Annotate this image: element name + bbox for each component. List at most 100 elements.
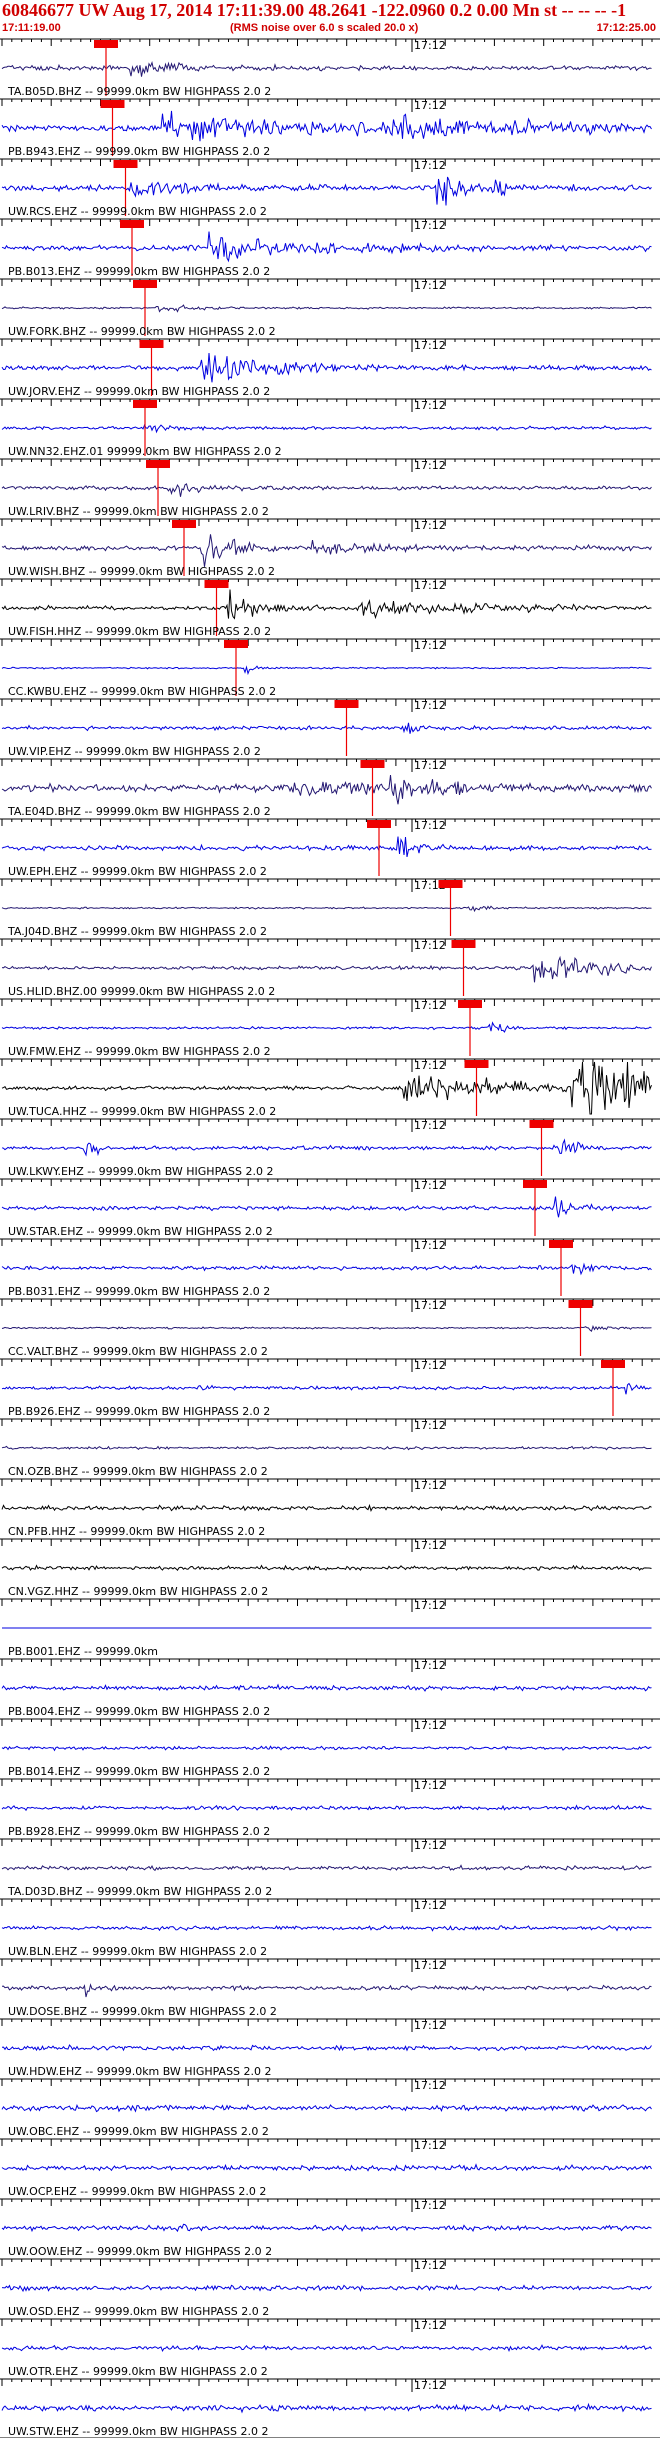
- waveform: [1, 774, 652, 805]
- minute-label: 17:12: [414, 1839, 446, 1852]
- waveform: [1, 1683, 652, 1692]
- trace-row: 17:12 CN.PFB.HHZ -- 99999.0km BW HIGHPASS…: [0, 1478, 660, 1538]
- minute-label: 17:12: [414, 279, 446, 292]
- minute-label: 17:12: [414, 1779, 446, 1792]
- waveform: [1, 1262, 652, 1276]
- waveform: [1, 424, 652, 434]
- pick-flag: [172, 520, 196, 528]
- station-label: PB.B013.EHZ -- 99999.0km BW HIGHPASS 2.0…: [8, 265, 270, 278]
- waveform: [1, 1925, 652, 1932]
- trace-row: 17:12 PB.B943.EHZ -- 99999.0km BW HIGHPAS…: [0, 98, 660, 158]
- pick-flag: [113, 160, 138, 168]
- waveform: [1, 110, 652, 142]
- trace-row: 17:12 TA.E04D.BHZ -- 99999.0km BW HIGHPAS…: [0, 758, 660, 818]
- plot-header: 60846677 UW Aug 17, 2014 17:11:39.00 48.…: [0, 0, 660, 38]
- trace-row: 17:12 UW.OSD.EHZ -- 99999.0km BW HIGHPASS…: [0, 2258, 660, 2318]
- pick-flag: [133, 280, 157, 288]
- pick-flag: [100, 100, 125, 108]
- waveform: [1, 665, 652, 676]
- trace-row: 17:12 TA.B05D.BHZ -- 99999.0km BW HIGHPAS…: [0, 38, 660, 98]
- station-label: UW.WISH.BHZ -- 99999.0km BW HIGHPASS 2.0…: [8, 565, 275, 578]
- trace-row: 17:12 PB.B031.EHZ -- 99999.0km BW HIGHPAS…: [0, 1238, 660, 1298]
- waveform: [1, 231, 652, 263]
- minute-label: 17:12: [414, 39, 446, 52]
- trace-row: 17:12 PB.B004.EHZ -- 99999.0km BW HIGHPAS…: [0, 1658, 660, 1718]
- waveform: [1, 1745, 652, 1752]
- pick-flag: [120, 220, 144, 228]
- trace-row: 17:12TA.J04D.BHZ -- 99999.0km BW HIGHPAS…: [0, 878, 660, 938]
- minute-label: 17:12: [414, 2259, 446, 2272]
- trace-row: 17:12 UW.OTR.EHZ -- 99999.0km BW HIGHPASS…: [0, 2318, 660, 2378]
- minute-label: 17:12: [414, 819, 446, 832]
- station-label: UW.JORV.EHZ -- 99999.0km BW HIGHPASS 2.0…: [8, 385, 270, 398]
- minute-label: 17:12: [414, 519, 446, 532]
- waveform: [1, 1564, 652, 1571]
- minute-label: 17:12: [414, 159, 446, 172]
- trace-row: 17:12 UW.RCS.EHZ -- 99999.0km BW HIGHPASS…: [0, 158, 660, 218]
- event-title: 60846677 UW Aug 17, 2014 17:11:39.00 48.…: [2, 0, 627, 20]
- waveform: [1, 2103, 652, 2113]
- trace-row: 17:12 UW.FORK.BHZ -- 99999.0km BW HIGHPAS…: [0, 278, 660, 338]
- trace-row: 17:12 UW.VIP.EHZ -- 99999.0km BW HIGHPASS…: [0, 698, 660, 758]
- station-label: CN.PFB.HHZ -- 99999.0km BW HIGHPASS 2.0 …: [8, 1525, 265, 1538]
- waveform: [1, 1983, 652, 1998]
- trace-row: 17:12 UW.STAR.EHZ -- 99999.0km BW HIGHPAS…: [0, 1178, 660, 1238]
- station-label: CN.VGZ.HHZ -- 99999.0km BW HIGHPASS 2.0 …: [8, 1585, 268, 1598]
- waveform: [1, 2223, 652, 2233]
- station-label: PB.B031.EHZ -- 99999.0km BW HIGHPASS 2.0…: [8, 1285, 270, 1298]
- station-label: UW.FISH.HHZ -- 99999.0km BW HIGHPASS 2.0…: [8, 625, 271, 638]
- waveform: [1, 722, 652, 734]
- trace-row: 17:12 CC.VALT.BHZ -- 99999.0km BW HIGHPAS…: [0, 1298, 660, 1358]
- station-label: TA.D03D.BHZ -- 99999.0km BW HIGHPASS 2.0…: [7, 1885, 272, 1898]
- rms-note: (RMS noise over 6.0 s scaled 20.0 x): [230, 22, 419, 34]
- station-label: PB.B928.EHZ -- 99999.0km BW HIGHPASS 2.0…: [8, 1825, 270, 1838]
- waveform: [1, 2163, 652, 2172]
- station-label: PB.B014.EHZ -- 99999.0km BW HIGHPASS 2.0…: [8, 1765, 270, 1778]
- trace-row: 17:12 US.HLID.BHZ.00 99999.0km BW HIGHPAS…: [0, 938, 660, 998]
- minute-label: 17:12: [414, 399, 446, 412]
- pick-flag: [438, 880, 463, 888]
- trace-row: 17:12 UW.HDW.EHZ -- 99999.0km BW HIGHPASS…: [0, 2018, 660, 2078]
- station-label: US.HLID.BHZ.00 99999.0km BW HIGHPASS 2.0…: [8, 985, 275, 998]
- waveform: [1, 1503, 652, 1513]
- station-label: UW.NN32.EHZ.01 99999.0km BW HIGHPASS 2.0…: [8, 445, 282, 458]
- minute-label: 17:12: [414, 339, 446, 352]
- waveform: [1, 1325, 652, 1333]
- pick-flag: [458, 1000, 482, 1008]
- minute-label: 17:12: [414, 1359, 446, 1372]
- station-label: PB.B943.EHZ -- 99999.0km BW HIGHPASS 2.0…: [8, 145, 270, 158]
- pick-flag: [334, 700, 359, 708]
- minute-label: 17:12: [414, 219, 446, 232]
- pick-flag: [568, 1300, 593, 1308]
- trace-row: 17:12 TA.D03D.BHZ -- 99999.0km BW HIGHPAS…: [0, 1838, 660, 1898]
- pick-flag: [139, 340, 164, 348]
- pick-flag: [94, 40, 118, 48]
- station-label: UW.OSD.EHZ -- 99999.0km BW HIGHPASS 2.0 …: [8, 2305, 269, 2318]
- minute-label: 17:12: [414, 1419, 446, 1432]
- trace-row: 17:12 PB.B013.EHZ -- 99999.0km BW HIGHPAS…: [0, 218, 660, 278]
- station-label: UW.LKWY.EHZ -- 99999.0km BW HIGHPASS 2.0…: [8, 1165, 273, 1178]
- waveform: [1, 1138, 652, 1157]
- waveform: [1, 955, 652, 983]
- minute-label: 17:12: [414, 2019, 446, 2032]
- waveform: [1, 1021, 652, 1033]
- trace-row: 17:12 PB.B001.EHZ -- 99999.0km: [0, 1598, 660, 1658]
- trace-row: 17:12 UW.OBC.EHZ -- 99999.0km BW HIGHPASS…: [0, 2078, 660, 2138]
- station-label: UW.HDW.EHZ -- 99999.0km BW HIGHPASS 2.0 …: [8, 2065, 272, 2078]
- minute-label: 17:12: [414, 459, 446, 472]
- station-label: UW.STAR.EHZ -- 99999.0km BW HIGHPASS 2.0…: [8, 1225, 273, 1238]
- station-label: UW.OOW.EHZ -- 99999.0km BW HIGHPASS 2.0 …: [8, 2245, 272, 2258]
- station-label: UW.OCP.EHZ -- 99999.0km BW HIGHPASS 2.0 …: [8, 2185, 266, 2198]
- pick-flag: [549, 1240, 573, 1248]
- trace-row: 17:12 UW.BLN.EHZ -- 99999.0km BW HIGHPASS…: [0, 1898, 660, 1958]
- minute-label: 17:12: [414, 2139, 446, 2152]
- pick-flag: [451, 940, 476, 948]
- station-label: UW.OTR.EHZ -- 99999.0km BW HIGHPASS 2.0 …: [8, 2365, 268, 2378]
- waveform: [1, 352, 652, 383]
- minute-label: 17:12: [414, 1539, 446, 1552]
- station-label: CC.KWBU.EHZ -- 99999.0km BW HIGHPASS 2.0…: [8, 685, 276, 698]
- waveform: [1, 1804, 652, 1812]
- minute-label: 17:12: [414, 759, 446, 772]
- waveform: [1, 1445, 652, 1451]
- minute-label: 17:12: [414, 2379, 446, 2392]
